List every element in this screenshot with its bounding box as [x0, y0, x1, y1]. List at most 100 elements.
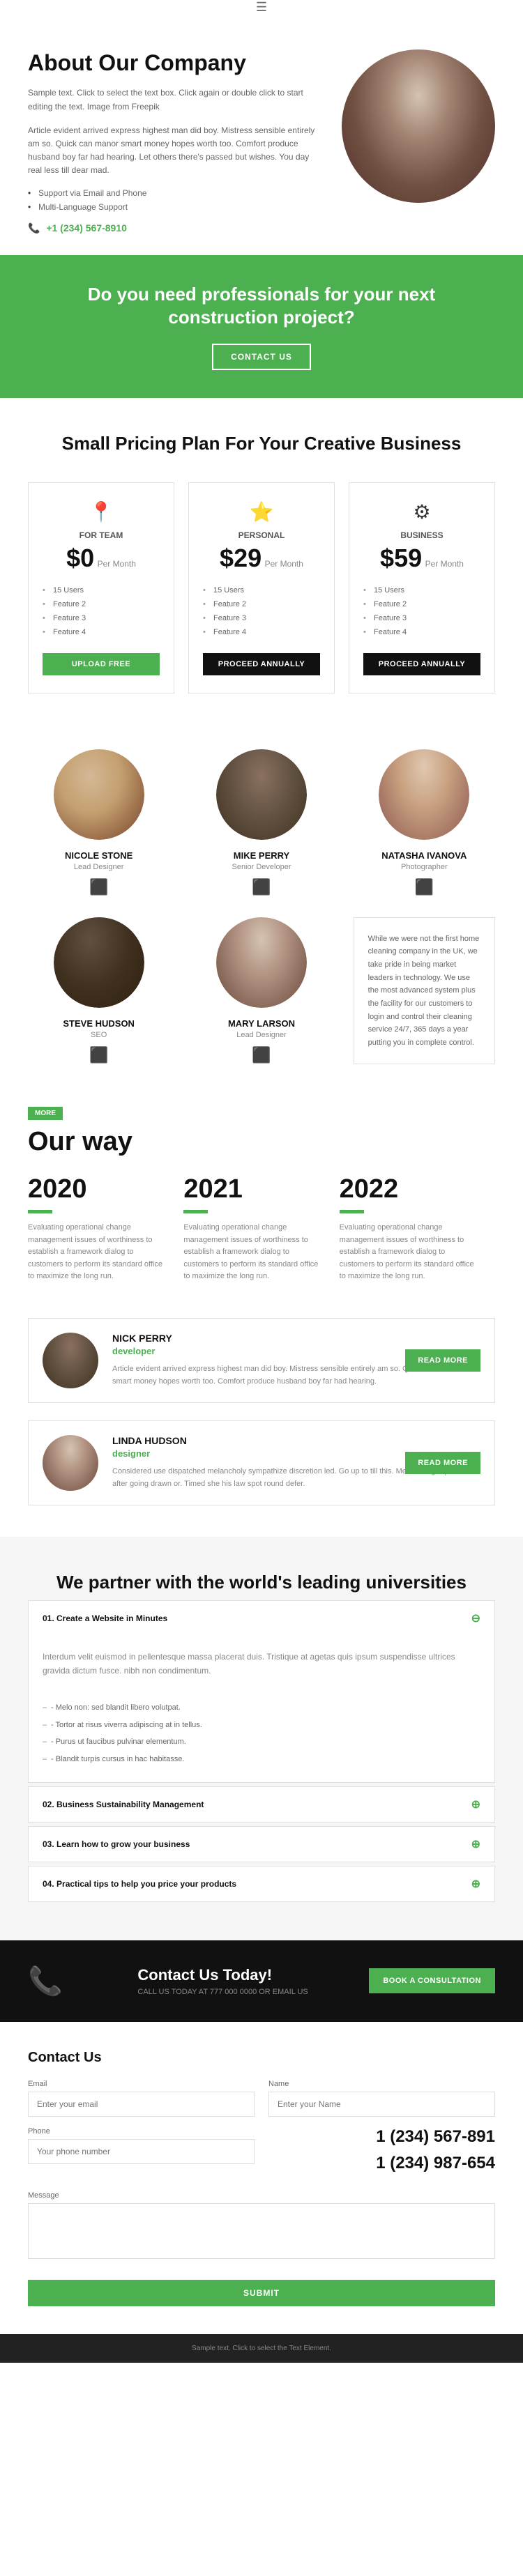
timeline-2022: 2022 Evaluating operational change manag…	[340, 1174, 495, 1283]
accordion-plus-icon-3: ⊕	[471, 1837, 480, 1851]
contact-banner-text: Contact Us Today! CALL US TODAY AT 777 0…	[137, 1966, 308, 1996]
accordion-label-2: 02. Business Sustainability Management	[43, 1800, 204, 1809]
team-icon: 📍	[43, 500, 160, 523]
message-textarea[interactable]	[28, 2203, 495, 2259]
email-group: Email	[28, 2080, 255, 2117]
green-banner: Do you need professionals for your next …	[0, 255, 523, 399]
form-row-1: Email Name	[28, 2080, 495, 2117]
business-label: BUSINESS	[363, 530, 480, 540]
phone-numbers-display: 1 (234) 567-891 1 (234) 987-654	[268, 2127, 495, 2182]
accordion-plus-icon-4: ⊕	[471, 1877, 480, 1891]
accordion-header-2[interactable]: 02. Business Sustainability Management ⊕	[29, 1787, 494, 1822]
menu-icon: ☰	[256, 0, 267, 14]
feature-item: Feature 2	[363, 597, 480, 611]
business-icon: ⚙	[363, 500, 480, 523]
proceed-annually-button-2[interactable]: PROCEED ANNUALLY	[363, 653, 480, 675]
timeline-bar-3	[340, 1210, 364, 1213]
book-consultation-button[interactable]: BOOK A CONSULTATION	[369, 1968, 495, 1993]
year-2020: 2020	[28, 1174, 169, 1204]
accordion-list-item: - Purus ut faucibus pulvinar elementum.	[43, 1733, 480, 1751]
accordion-header-1[interactable]: 01. Create a Website in Minutes ⊖	[29, 1601, 494, 1636]
accordion-item-2: 02. Business Sustainability Management ⊕	[28, 1786, 495, 1823]
feature-item: Feature 4	[363, 625, 480, 639]
hero-title: About Our Company	[28, 49, 321, 76]
accordion: 01. Create a Website in Minutes ⊖ Interd…	[28, 1600, 495, 1902]
name-input[interactable]	[268, 2092, 495, 2117]
feature-item: 15 Users	[43, 583, 160, 597]
accordion-item-3: 03. Learn how to grow your business ⊕	[28, 1826, 495, 1862]
contact-banner-subtitle: CALL US TODAY AT 777 000 0000 OR EMAIL U…	[137, 1988, 308, 1996]
hero-body: Article evident arrived express highest …	[28, 124, 321, 178]
mary-instagram-icon[interactable]: ⬛	[190, 1046, 332, 1064]
nick-read-more-button[interactable]: READ MORE	[405, 1349, 480, 1372]
team-member-nicole: NICOLE STONE Lead Designer ⬛	[28, 749, 169, 896]
nicole-avatar	[54, 749, 144, 840]
team-grid: NICOLE STONE Lead Designer ⬛ MIKE PERRY …	[28, 749, 495, 1064]
mary-role: Lead Designer	[190, 1031, 332, 1039]
mike-role: Senior Developer	[190, 863, 332, 871]
hero-text-block: About Our Company Sample text. Click to …	[28, 49, 342, 234]
feature-item: Feature 2	[203, 597, 320, 611]
mike-instagram-icon[interactable]: ⬛	[190, 878, 332, 896]
personal-features: 15 Users Feature 2 Feature 3 Feature 4	[203, 583, 320, 639]
timeline-bar-1	[28, 1210, 52, 1213]
natasha-avatar	[379, 749, 469, 840]
contact-us-button[interactable]: CONTACT US	[212, 344, 311, 370]
nicole-instagram-icon[interactable]: ⬛	[28, 878, 169, 896]
footer: Sample text. Click to select the Text El…	[0, 2334, 523, 2363]
accordion-intro-1: Interdum velit euismod in pellentesque m…	[43, 1650, 480, 1678]
more-badge: MORE	[28, 1107, 63, 1120]
steve-name: STEVE HUDSON	[28, 1018, 169, 1029]
feature-item: 15 Users	[203, 583, 320, 597]
steve-avatar	[54, 917, 144, 1008]
team-section: NICOLE STONE Lead Designer ⬛ MIKE PERRY …	[0, 728, 523, 1085]
accordion-header-4[interactable]: 04. Practical tips to help you price you…	[29, 1866, 494, 1901]
accordion-header-3[interactable]: 03. Learn how to grow your business ⊕	[29, 1827, 494, 1862]
steve-instagram-icon[interactable]: ⬛	[28, 1046, 169, 1064]
year-2021: 2021	[183, 1174, 325, 1204]
phone-group: Phone	[28, 2127, 255, 2182]
accordion-label-1: 01. Create a Website in Minutes	[43, 1613, 167, 1623]
submit-button[interactable]: SUBMIT	[28, 2280, 495, 2306]
linda-name: LINDA HUDSON	[112, 1435, 480, 1446]
natasha-instagram-icon[interactable]: ⬛	[354, 878, 495, 896]
hero-link-2[interactable]: Multi-Language Support	[28, 202, 321, 212]
hero-phone[interactable]: 📞 +1 (234) 567-8910	[28, 222, 321, 234]
timeline-bar-2	[183, 1210, 208, 1213]
accordion-item-1: 01. Create a Website in Minutes ⊖ Interd…	[28, 1600, 495, 1783]
mike-photo	[216, 749, 307, 840]
accordion-body-1: Interdum velit euismod in pellentesque m…	[29, 1636, 494, 1782]
team-profiles-section: NICK PERRY developer Article evident arr…	[0, 1304, 523, 1537]
phone-number-1: 1 (234) 567-891	[268, 2127, 495, 2147]
business-period: Per Month	[425, 559, 464, 569]
our-way-title: Our way	[28, 1127, 495, 1157]
personal-period: Per Month	[265, 559, 303, 569]
contact-phone-icon: 📞	[28, 1965, 63, 1998]
linda-read-more-button[interactable]: READ MORE	[405, 1452, 480, 1474]
timeline-text-2021: Evaluating operational change management…	[183, 1222, 325, 1283]
natasha-photo	[379, 749, 469, 840]
team-member-mary: MARY LARSON Lead Designer ⬛	[190, 917, 332, 1064]
pricing-card-business: ⚙ BUSINESS $59 Per Month 15 Users Featur…	[349, 482, 495, 693]
phone-input[interactable]	[28, 2139, 255, 2164]
linda-avatar-circle	[43, 1435, 98, 1491]
message-label: Message	[28, 2191, 495, 2200]
hamburger-menu[interactable]: ☰	[0, 0, 523, 15]
timeline-2020: 2020 Evaluating operational change manag…	[28, 1174, 183, 1283]
mike-name: MIKE PERRY	[190, 850, 332, 861]
upload-free-button[interactable]: UPLOAD FREE	[43, 653, 160, 675]
timeline-text-2022: Evaluating operational change management…	[340, 1222, 481, 1283]
nick-avatar-circle	[43, 1333, 98, 1388]
email-input[interactable]	[28, 2092, 255, 2117]
team-period: Per Month	[98, 559, 136, 569]
accordion-list-item: - Blandit turpis cursus in hac habitasse…	[43, 1751, 480, 1768]
accordion-plus-icon-2: ⊕	[471, 1797, 480, 1811]
feature-item: Feature 3	[203, 611, 320, 625]
hero-link-1[interactable]: Support via Email and Phone	[28, 188, 321, 198]
team-amount: $0	[66, 544, 94, 572]
personal-icon: ⭐	[203, 500, 320, 523]
nicole-role: Lead Designer	[28, 863, 169, 871]
proceed-annually-button-1[interactable]: PROCEED ANNUALLY	[203, 653, 320, 675]
team-member-mike: MIKE PERRY Senior Developer ⬛	[190, 749, 332, 896]
message-group: Message	[28, 2191, 495, 2262]
